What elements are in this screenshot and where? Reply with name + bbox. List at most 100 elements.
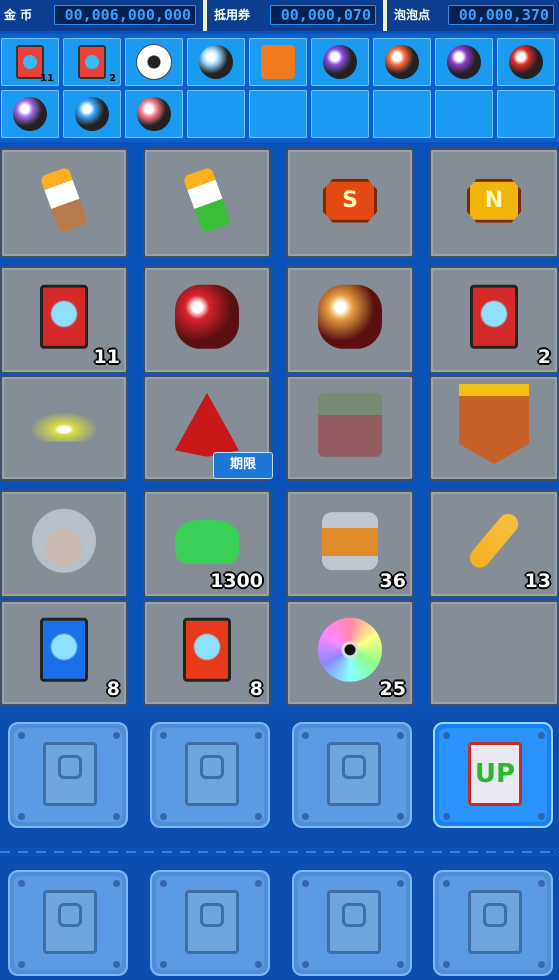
card-emblem-icon — [342, 755, 366, 779]
quickslot[interactable] — [187, 90, 245, 138]
inventory-slot[interactable]: 25 — [286, 600, 414, 706]
up-card-icon: UP — [468, 742, 522, 806]
inventory-slot[interactable]: 2 — [429, 266, 559, 374]
quickslot[interactable] — [249, 38, 307, 86]
red-orb-icon — [509, 45, 543, 79]
screw-icon — [160, 813, 167, 820]
bubble-card-icon — [40, 284, 88, 349]
inventory-slot[interactable]: 8 — [0, 600, 128, 706]
screw-icon — [113, 732, 120, 739]
quickslot[interactable] — [1, 90, 59, 138]
inventory-slot[interactable]: 36 — [286, 490, 414, 598]
card-emblem-icon — [342, 903, 366, 927]
item-count: 25 — [379, 678, 406, 700]
rainbow-orb-icon — [323, 45, 357, 79]
bubble-card-icon — [470, 284, 518, 349]
coin-card-icon — [468, 890, 522, 954]
quickslot[interactable] — [373, 38, 431, 86]
quickslot-panel: 11 2 — [0, 34, 559, 142]
inventory-slot[interactable]: 1300 — [143, 490, 271, 598]
screw-icon — [18, 880, 25, 887]
skill-card-button[interactable] — [150, 722, 270, 828]
screw-icon — [113, 813, 120, 820]
inventory-slot[interactable] — [143, 266, 271, 374]
cd-disc-icon — [318, 617, 382, 682]
n-gem-icon: N — [467, 178, 521, 223]
inventory-slot[interactable] — [0, 148, 128, 258]
skill-card-button[interactable] — [150, 870, 270, 976]
quickslot[interactable] — [63, 90, 121, 138]
purple-bubble-icon — [13, 97, 47, 131]
red-fortune-cookie-icon — [175, 284, 239, 349]
screw-icon — [443, 961, 450, 968]
pink-bubble-icon — [137, 97, 171, 131]
girl-avatar-icon — [32, 508, 96, 573]
quickslot[interactable] — [435, 90, 493, 138]
screw-icon — [113, 961, 120, 968]
inventory-slot[interactable]: N — [429, 148, 559, 258]
upgrade-card-button[interactable]: UP — [433, 722, 553, 828]
quickslot[interactable] — [435, 38, 493, 86]
inventory-slot[interactable] — [429, 375, 559, 481]
inventory-slot[interactable]: S — [286, 148, 414, 258]
card-row-1: UP — [0, 713, 559, 848]
screw-icon — [255, 961, 262, 968]
currency-divider — [203, 0, 207, 31]
screw-icon — [397, 880, 404, 887]
skill-card-button[interactable] — [292, 722, 412, 828]
inventory-slot[interactable]: 13 — [429, 490, 559, 598]
soccer-ball-icon — [136, 44, 172, 80]
screw-icon — [18, 813, 25, 820]
quickslot[interactable] — [311, 38, 369, 86]
gold-label: 金 币 — [4, 8, 33, 22]
quickslot-count: 2 — [109, 73, 116, 84]
screw-icon — [302, 880, 309, 887]
quickslot[interactable] — [497, 38, 555, 86]
bubble-point-currency: 泡泡点 00,000,370 — [390, 2, 559, 28]
screw-icon — [397, 961, 404, 968]
quickslot[interactable] — [497, 90, 555, 138]
inventory-slot[interactable] — [0, 490, 128, 598]
screw-icon — [255, 813, 262, 820]
inventory-slot[interactable] — [143, 148, 271, 258]
quickslot[interactable] — [125, 90, 183, 138]
quickslot[interactable]: 2 — [63, 38, 121, 86]
voucher-label: 抵用券 — [214, 8, 251, 22]
inventory-slot[interactable]: 11 — [0, 266, 128, 374]
quickslot[interactable] — [373, 90, 431, 138]
bubble-point-label: 泡泡点 — [394, 8, 431, 22]
inventory-slot[interactable] — [286, 375, 414, 481]
splash-effect-icon — [29, 411, 99, 442]
screw-icon — [160, 880, 167, 887]
skill-card-button[interactable] — [8, 722, 128, 828]
quickslot[interactable] — [125, 38, 183, 86]
limited-time-badge: 期限 — [213, 452, 273, 479]
quickslot[interactable] — [311, 90, 369, 138]
skill-card-button[interactable] — [8, 870, 128, 976]
skill-card-button[interactable] — [433, 870, 553, 976]
quickslot[interactable] — [249, 90, 307, 138]
card-emblem-icon — [200, 755, 224, 779]
inventory-slot[interactable] — [286, 266, 414, 374]
screw-icon — [160, 961, 167, 968]
quickslot[interactable] — [187, 38, 245, 86]
screw-icon — [160, 732, 167, 739]
screw-icon — [18, 961, 25, 968]
inventory-slot[interactable] — [0, 375, 128, 481]
item-count: 8 — [106, 678, 120, 700]
gold-currency: 金 币 00,006,000,000 — [0, 2, 200, 28]
inventory-slot[interactable] — [429, 600, 559, 706]
skill-card-button[interactable] — [292, 870, 412, 976]
superman-card-icon — [185, 742, 239, 806]
screw-icon — [302, 732, 309, 739]
brown-candle-icon — [39, 166, 89, 234]
health-card-icon — [327, 890, 381, 954]
item-count: 1300 — [210, 570, 263, 592]
screw-icon — [397, 813, 404, 820]
screw-icon — [255, 732, 262, 739]
inventory-slot[interactable]: 8 — [143, 600, 271, 706]
gold-wing-card-icon — [183, 617, 231, 682]
screw-icon — [302, 961, 309, 968]
card-row-2 — [0, 856, 559, 980]
quickslot[interactable]: 11 — [1, 38, 59, 86]
